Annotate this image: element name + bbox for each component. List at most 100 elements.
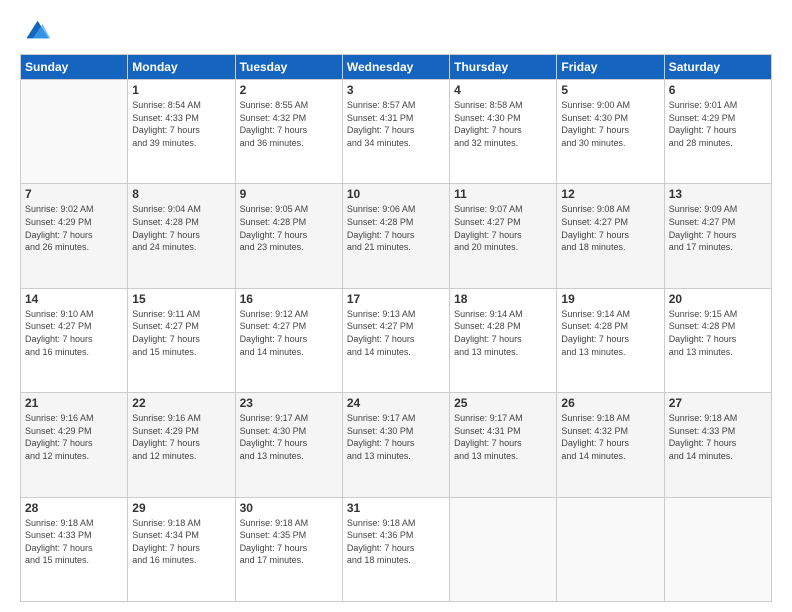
calendar-cell: 26 Sunrise: 9:18 AM Sunset: 4:32 PM Dayli… (557, 393, 664, 497)
calendar-cell: 24 Sunrise: 9:17 AM Sunset: 4:30 PM Dayli… (342, 393, 449, 497)
day-number: 10 (347, 187, 445, 201)
calendar-cell: 12 Sunrise: 9:08 AM Sunset: 4:27 PM Dayli… (557, 184, 664, 288)
calendar-cell: 25Sunrise: 9:17 AM Sunset: 4:31 PM Dayli… (450, 393, 557, 497)
calendar-cell: 8 Sunrise: 9:04 AM Sunset: 4:28 PM Daylig… (128, 184, 235, 288)
day-info: Sunrise: 9:16 AM Sunset: 4:29 PM Dayligh… (132, 412, 230, 462)
day-info: Sunrise: 9:16 AM Sunset: 4:29 PM Dayligh… (25, 412, 123, 462)
day-info: Sunrise: 9:07 AM Sunset: 4:27 PM Dayligh… (454, 203, 552, 253)
calendar-header-row: SundayMondayTuesdayWednesdayThursdayFrid… (21, 55, 772, 80)
weekday-header: Friday (557, 55, 664, 80)
day-number: 15 (132, 292, 230, 306)
calendar-cell (450, 497, 557, 601)
calendar-cell: 7Sunrise: 9:02 AM Sunset: 4:29 PM Daylig… (21, 184, 128, 288)
calendar-cell: 18 Sunrise: 9:14 AM Sunset: 4:28 PM Dayli… (450, 288, 557, 392)
calendar-cell: 6 Sunrise: 9:01 AM Sunset: 4:29 PM Daylig… (664, 80, 771, 184)
weekday-header: Sunday (21, 55, 128, 80)
day-info: Sunrise: 9:00 AM Sunset: 4:30 PM Dayligh… (561, 99, 659, 149)
day-info: Sunrise: 8:54 AM Sunset: 4:33 PM Dayligh… (132, 99, 230, 149)
day-info: Sunrise: 9:18 AM Sunset: 4:32 PM Dayligh… (561, 412, 659, 462)
calendar-cell: 29 Sunrise: 9:18 AM Sunset: 4:34 PM Dayli… (128, 497, 235, 601)
weekday-header: Tuesday (235, 55, 342, 80)
day-number: 19 (561, 292, 659, 306)
day-number: 29 (132, 501, 230, 515)
day-info: Sunrise: 9:01 AM Sunset: 4:29 PM Dayligh… (669, 99, 767, 149)
calendar-cell: 5 Sunrise: 9:00 AM Sunset: 4:30 PM Daylig… (557, 80, 664, 184)
calendar-week-row: 1 Sunrise: 8:54 AM Sunset: 4:33 PM Daylig… (21, 80, 772, 184)
day-number: 13 (669, 187, 767, 201)
logo (20, 16, 56, 44)
day-number: 9 (240, 187, 338, 201)
calendar-cell: 13 Sunrise: 9:09 AM Sunset: 4:27 PM Dayli… (664, 184, 771, 288)
calendar-cell: 30 Sunrise: 9:18 AM Sunset: 4:35 PM Dayli… (235, 497, 342, 601)
day-info: Sunrise: 9:17 AM Sunset: 4:30 PM Dayligh… (347, 412, 445, 462)
calendar-cell: 15 Sunrise: 9:11 AM Sunset: 4:27 PM Dayli… (128, 288, 235, 392)
calendar-cell (664, 497, 771, 601)
day-number: 26 (561, 396, 659, 410)
calendar-week-row: 7Sunrise: 9:02 AM Sunset: 4:29 PM Daylig… (21, 184, 772, 288)
day-number: 21 (25, 396, 123, 410)
day-number: 20 (669, 292, 767, 306)
day-number: 17 (347, 292, 445, 306)
day-number: 14 (25, 292, 123, 306)
day-info: Sunrise: 9:15 AM Sunset: 4:28 PM Dayligh… (669, 308, 767, 358)
day-number: 2 (240, 83, 338, 97)
day-info: Sunrise: 9:10 AM Sunset: 4:27 PM Dayligh… (25, 308, 123, 358)
day-info: Sunrise: 9:11 AM Sunset: 4:27 PM Dayligh… (132, 308, 230, 358)
day-info: Sunrise: 9:17 AM Sunset: 4:30 PM Dayligh… (240, 412, 338, 462)
day-number: 4 (454, 83, 552, 97)
day-info: Sunrise: 8:55 AM Sunset: 4:32 PM Dayligh… (240, 99, 338, 149)
calendar-cell: 17 Sunrise: 9:13 AM Sunset: 4:27 PM Dayli… (342, 288, 449, 392)
day-number: 12 (561, 187, 659, 201)
day-number: 18 (454, 292, 552, 306)
day-info: Sunrise: 9:04 AM Sunset: 4:28 PM Dayligh… (132, 203, 230, 253)
day-number: 3 (347, 83, 445, 97)
day-number: 22 (132, 396, 230, 410)
calendar-cell: 16Sunrise: 9:12 AM Sunset: 4:27 PM Dayli… (235, 288, 342, 392)
calendar-cell (557, 497, 664, 601)
day-info: Sunrise: 9:09 AM Sunset: 4:27 PM Dayligh… (669, 203, 767, 253)
calendar-cell: 14 Sunrise: 9:10 AM Sunset: 4:27 PM Dayli… (21, 288, 128, 392)
calendar-cell: 10 Sunrise: 9:06 AM Sunset: 4:28 PM Dayli… (342, 184, 449, 288)
day-info: Sunrise: 9:18 AM Sunset: 4:36 PM Dayligh… (347, 517, 445, 567)
calendar-week-row: 14 Sunrise: 9:10 AM Sunset: 4:27 PM Dayli… (21, 288, 772, 392)
day-info: Sunrise: 9:18 AM Sunset: 4:34 PM Dayligh… (132, 517, 230, 567)
calendar-week-row: 28 Sunrise: 9:18 AM Sunset: 4:33 PM Dayli… (21, 497, 772, 601)
day-number: 6 (669, 83, 767, 97)
day-info: Sunrise: 9:06 AM Sunset: 4:28 PM Dayligh… (347, 203, 445, 253)
day-number: 1 (132, 83, 230, 97)
day-info: Sunrise: 9:18 AM Sunset: 4:35 PM Dayligh… (240, 517, 338, 567)
day-number: 8 (132, 187, 230, 201)
weekday-header: Monday (128, 55, 235, 80)
day-info: Sunrise: 9:02 AM Sunset: 4:29 PM Dayligh… (25, 203, 123, 253)
day-number: 24 (347, 396, 445, 410)
day-info: Sunrise: 9:05 AM Sunset: 4:28 PM Dayligh… (240, 203, 338, 253)
day-number: 16 (240, 292, 338, 306)
weekday-header: Thursday (450, 55, 557, 80)
day-info: Sunrise: 9:18 AM Sunset: 4:33 PM Dayligh… (25, 517, 123, 567)
calendar-cell: 4 Sunrise: 8:58 AM Sunset: 4:30 PM Daylig… (450, 80, 557, 184)
day-number: 31 (347, 501, 445, 515)
weekday-header: Saturday (664, 55, 771, 80)
calendar-table: SundayMondayTuesdayWednesdayThursdayFrid… (20, 54, 772, 602)
day-number: 5 (561, 83, 659, 97)
calendar-cell: 11 Sunrise: 9:07 AM Sunset: 4:27 PM Dayli… (450, 184, 557, 288)
calendar-cell: 21 Sunrise: 9:16 AM Sunset: 4:29 PM Dayli… (21, 393, 128, 497)
calendar-week-row: 21 Sunrise: 9:16 AM Sunset: 4:29 PM Dayli… (21, 393, 772, 497)
day-number: 27 (669, 396, 767, 410)
calendar-cell: 20 Sunrise: 9:15 AM Sunset: 4:28 PM Dayli… (664, 288, 771, 392)
day-number: 30 (240, 501, 338, 515)
day-info: Sunrise: 8:58 AM Sunset: 4:30 PM Dayligh… (454, 99, 552, 149)
calendar-cell: 22 Sunrise: 9:16 AM Sunset: 4:29 PM Dayli… (128, 393, 235, 497)
calendar-cell: 27Sunrise: 9:18 AM Sunset: 4:33 PM Dayli… (664, 393, 771, 497)
day-info: Sunrise: 9:13 AM Sunset: 4:27 PM Dayligh… (347, 308, 445, 358)
day-number: 28 (25, 501, 123, 515)
calendar-cell: 9 Sunrise: 9:05 AM Sunset: 4:28 PM Daylig… (235, 184, 342, 288)
day-info: Sunrise: 9:14 AM Sunset: 4:28 PM Dayligh… (454, 308, 552, 358)
day-info: Sunrise: 9:08 AM Sunset: 4:27 PM Dayligh… (561, 203, 659, 253)
calendar-cell: 3Sunrise: 8:57 AM Sunset: 4:31 PM Daylig… (342, 80, 449, 184)
header (20, 16, 772, 44)
calendar-cell (21, 80, 128, 184)
logo-icon (20, 16, 52, 44)
day-number: 11 (454, 187, 552, 201)
calendar-cell: 1 Sunrise: 8:54 AM Sunset: 4:33 PM Daylig… (128, 80, 235, 184)
